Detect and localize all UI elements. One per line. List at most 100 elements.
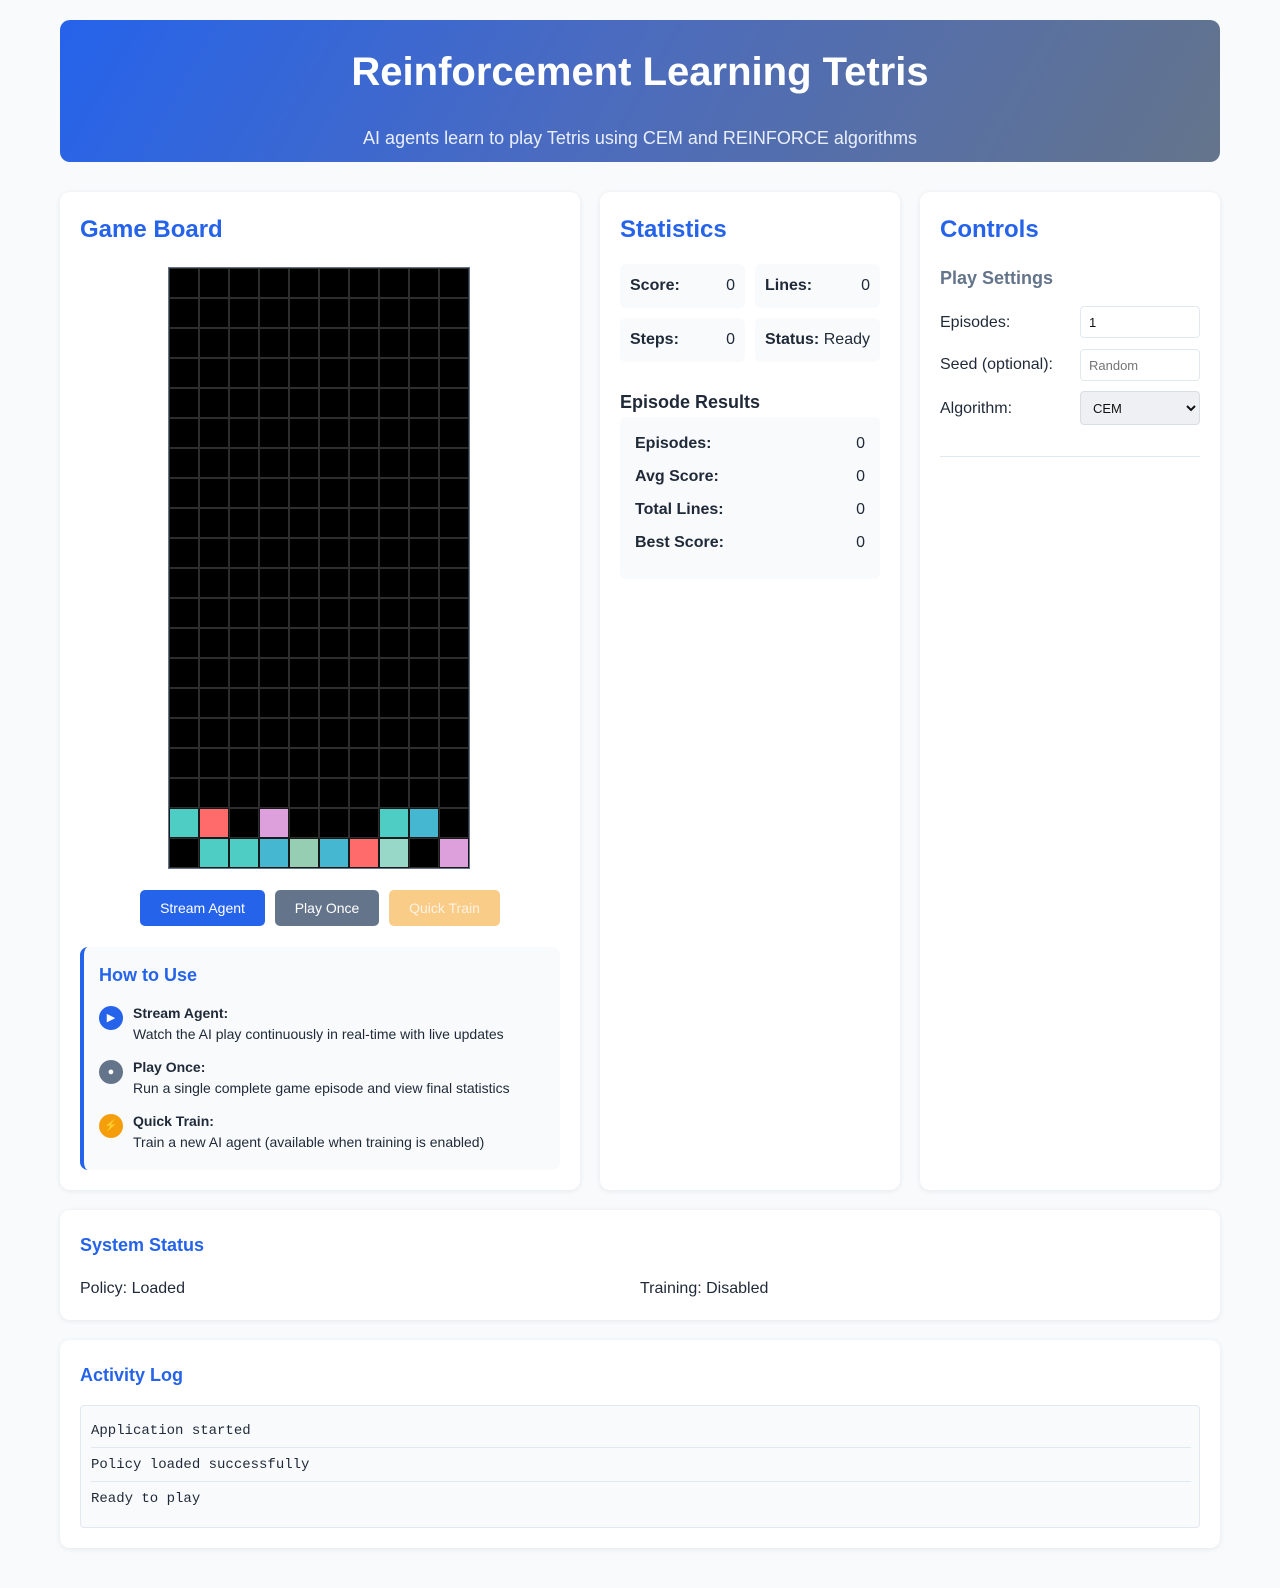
board-cell-empty [169,718,199,748]
status-stat: Status: Ready [755,318,880,362]
statistics-title: Statistics [620,216,727,243]
board-cell-empty [289,688,319,718]
activity-log-panel: Activity Log Application started Policy … [60,1340,1220,1548]
board-cell-empty [439,808,469,838]
board-cell-empty [439,478,469,508]
policy-status: Policy: Loaded [80,1280,185,1297]
seed-input[interactable] [1080,349,1200,381]
quick-train-button[interactable]: Quick Train [389,890,500,926]
board-cell-empty [199,718,229,748]
page-title: Reinforcement Learning Tetris [351,50,929,94]
play-settings-title: Play Settings [940,268,1054,288]
how-to-item-desc: Run a single complete game episode and v… [133,1080,510,1096]
board-cell-empty [199,598,229,628]
board-cell-empty [259,778,289,808]
board-cell-empty [349,718,379,748]
board-cell-empty [349,628,379,658]
play-once-button[interactable]: Play Once [275,890,379,926]
board-cell-empty [409,748,439,778]
board-cell-empty [439,688,469,718]
board-cell-empty [409,418,439,448]
board-cell-empty [259,658,289,688]
board-cell-empty [379,688,409,718]
tetris-board [168,267,470,869]
board-cell-empty [349,448,379,478]
board-cell-empty [379,718,409,748]
board-cell-empty [199,268,229,298]
how-to-item-title: Play Once: [133,1059,206,1075]
system-status-panel: System Status Policy: Loaded Training: D… [60,1210,1220,1320]
board-cell-empty [409,268,439,298]
board-cell-empty [289,508,319,538]
controls-panel: Controls Play Settings Episodes: Seed (o… [920,192,1220,1190]
algorithm-select[interactable]: CEM [1080,391,1200,425]
board-cell-empty [289,388,319,418]
board-cell-empty [379,568,409,598]
board-cell-empty [199,358,229,388]
board-cell-empty [439,508,469,538]
board-cell-empty [229,628,259,658]
training-status: Training: Disabled [640,1280,769,1297]
board-cell-empty [319,628,349,658]
board-cell-empty [379,538,409,568]
board-cell-filled [439,838,469,868]
board-cell-empty [169,838,199,868]
board-cell-empty [229,448,259,478]
board-cell-filled [319,838,349,868]
board-cell-empty [259,358,289,388]
board-cell-empty [169,478,199,508]
board-cell-empty [349,538,379,568]
board-cell-empty [169,358,199,388]
statistics-panel: Statistics Score: 0 Lines: 0 Steps: 0 St… [600,192,900,1190]
board-cell-empty [379,298,409,328]
board-cell-empty [379,448,409,478]
episodes-input[interactable] [1080,306,1200,338]
stream-agent-button[interactable]: Stream Agent [140,890,265,926]
how-to-item-stream: ▶ Stream Agent: Watch the AI play contin… [99,1003,549,1047]
board-cell-empty [409,778,439,808]
board-cell-filled [259,838,289,868]
board-cell-empty [169,418,199,448]
board-cell-filled [349,838,379,868]
board-cell-empty [319,388,349,418]
board-cell-empty [199,748,229,778]
board-cell-empty [439,418,469,448]
board-cell-empty [409,388,439,418]
lines-label: Lines: [765,277,813,294]
board-cell-empty [409,598,439,628]
board-cell-empty [169,568,199,598]
board-cell-empty [229,688,259,718]
steps-label: Steps: [630,331,679,348]
board-cell-empty [259,718,289,748]
board-cell-empty [169,538,199,568]
controls-divider [940,456,1200,457]
board-cell-empty [349,328,379,358]
board-cell-empty [349,478,379,508]
board-cell-empty [439,268,469,298]
board-cell-empty [229,388,259,418]
activity-log-box[interactable]: Application started Policy loaded succes… [80,1405,1200,1528]
board-cell-empty [409,718,439,748]
board-cell-empty [199,778,229,808]
result-value: 0 [856,468,865,485]
board-cell-empty [319,448,349,478]
board-cell-empty [259,508,289,538]
board-cell-empty [349,568,379,598]
board-cell-empty [289,658,319,688]
board-cell-empty [319,748,349,778]
how-to-item-play: ● Play Once: Run a single complete game … [99,1057,549,1101]
board-cell-empty [199,658,229,688]
lines-stat: Lines: 0 [755,264,880,308]
result-row-episodes: Episodes: 0 [635,433,865,455]
board-cell-empty [259,328,289,358]
result-label: Avg Score: [635,468,719,485]
board-cell-empty [199,298,229,328]
board-cell-empty [349,388,379,418]
result-row-best-score: Best Score: 0 [635,532,865,554]
board-cell-empty [289,358,319,388]
board-cell-empty [349,778,379,808]
board-cell-empty [199,688,229,718]
how-to-item-train: ⚡ Quick Train: Train a new AI agent (ava… [99,1111,549,1155]
board-cell-empty [289,778,319,808]
board-cell-empty [319,808,349,838]
